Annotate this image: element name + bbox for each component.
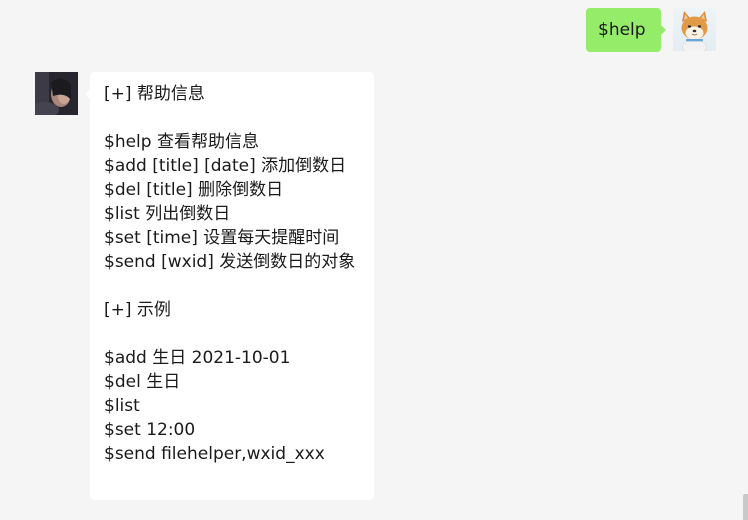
message-line: [+] 示例: [104, 300, 171, 320]
message-line: [104, 106, 360, 130]
message-line: $list 列出倒数日: [104, 204, 231, 224]
message-line: $del 生日: [104, 372, 181, 392]
bubble-tail: [660, 24, 666, 36]
message-line: [+] 帮助信息: [104, 84, 205, 104]
user-photo-avatar-icon: [35, 72, 78, 115]
outgoing-message-text: $help: [598, 20, 646, 40]
bubble-tail: [85, 88, 91, 100]
chat-message-area[interactable]: $help [+] 帮助信息 $help 查看帮助信息 $add [title]…: [0, 0, 748, 520]
message-line: $add 生日 2021-10-01: [104, 348, 291, 368]
message-line: $help 查看帮助信息: [104, 132, 259, 152]
incoming-message-bubble[interactable]: [+] 帮助信息 $help 查看帮助信息 $add [title] [date…: [85, 72, 374, 500]
message-line: $set 12:00: [104, 420, 196, 440]
message-line: $send filehelper,wxid_xxx: [104, 444, 325, 464]
message-line: $send [wxid] 发送倒数日的对象: [104, 252, 356, 272]
contact-avatar[interactable]: [35, 72, 78, 115]
message-line: $set [time] 设置每天提醒时间: [104, 228, 340, 248]
message-line: $add [title] [date] 添加倒数日: [104, 156, 347, 176]
shiba-dog-avatar-icon: [681, 11, 708, 51]
scrollbar-thumb[interactable]: [743, 494, 748, 520]
message-line: [104, 274, 360, 298]
self-avatar[interactable]: [673, 8, 716, 51]
message-line: $del [title] 删除倒数日: [104, 180, 284, 200]
outgoing-message-bubble[interactable]: $help: [586, 8, 666, 52]
message-line: $list: [104, 396, 140, 416]
message-line: [104, 322, 360, 346]
